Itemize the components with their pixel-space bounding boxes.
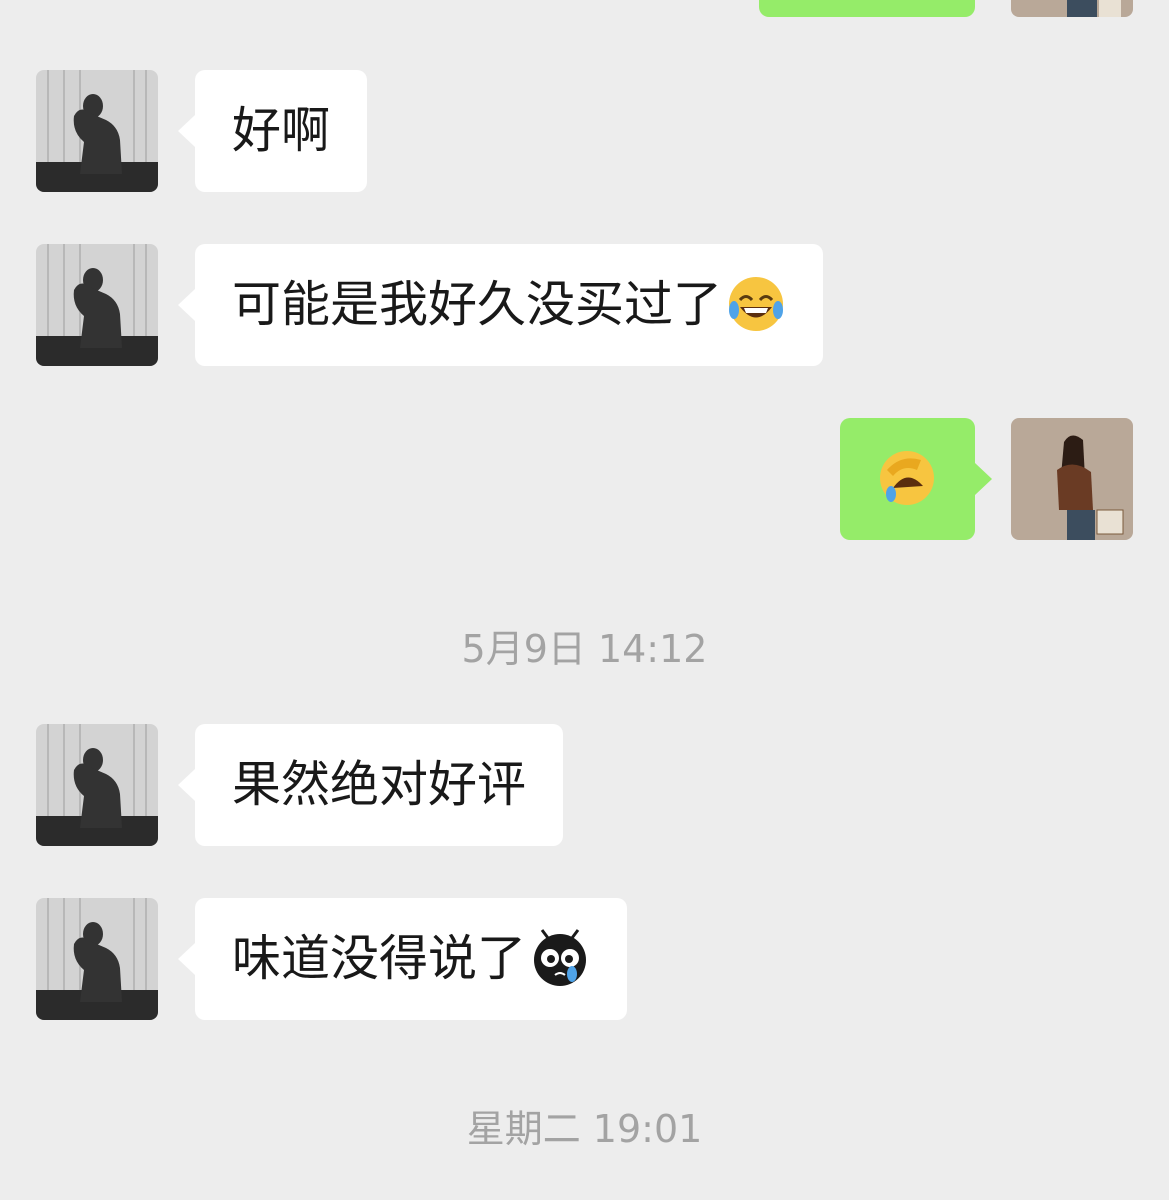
message-text: 味道没得说了 [232,930,527,987]
contact-avatar-image [36,70,158,192]
my-avatar-image [1011,418,1133,540]
incoming-message-bubble[interactable]: 可能是我好久没买过了 [177,244,824,366]
outgoing-message-bubble-partial[interactable] [759,0,975,17]
my-avatar-image [1011,0,1133,17]
contact-avatar-image [36,898,158,1020]
timestamp: 星期二 19:01 [466,1107,703,1151]
message-text: 果然绝对好评 [232,756,527,813]
incoming-message-bubble[interactable]: 果然绝对好评 [177,724,564,846]
incoming-message-bubble[interactable]: 味道没得说了 [177,898,628,1020]
contact-avatar[interactable] [36,70,158,192]
contact-avatar[interactable] [36,724,158,846]
rolling-on-floor-laughing-icon [877,448,937,508]
message-text: 好啊 [232,102,331,159]
contact-avatar-image [36,244,158,366]
contact-avatar[interactable] [36,898,158,1020]
crying-bug-eyes-icon [530,928,590,988]
timestamp: 5月9日 14:12 [461,627,708,671]
message-text: 可能是我好久没买过了 [232,276,723,333]
contact-avatar[interactable] [36,244,158,366]
incoming-message-bubble[interactable]: 好啊 [177,70,368,192]
face-with-tears-of-joy-icon [726,274,786,334]
outgoing-message-bubble[interactable] [840,418,992,540]
my-avatar[interactable] [1011,418,1133,540]
my-avatar-partial[interactable] [1011,0,1133,17]
contact-avatar-image [36,724,158,846]
